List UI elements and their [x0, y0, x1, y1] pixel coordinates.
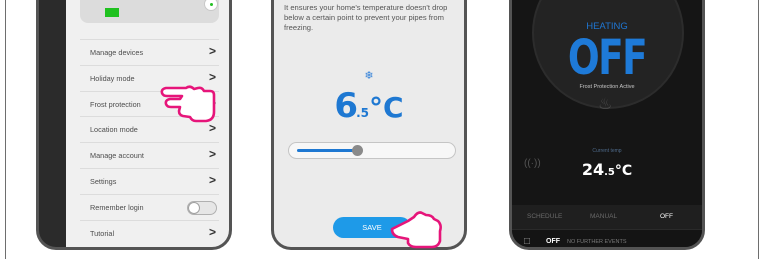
frost-description: It ensures your home's temperature doesn…: [284, 3, 448, 32]
menu-item-label: Frost protection: [90, 99, 141, 109]
chevron-right-icon: >: [208, 44, 216, 58]
current-temp-label: Current temp: [592, 148, 622, 154]
menu-item[interactable]: Remember login: [80, 193, 219, 220]
current-temp-unit: °C: [614, 163, 633, 179]
flame-icon: ♨: [598, 96, 613, 113]
tab-schedule[interactable]: SCHEDULE: [527, 213, 562, 220]
remember-login-toggle[interactable]: [187, 200, 217, 215]
menu-item[interactable]: Tutorial >: [80, 219, 219, 246]
settings-menu-list: Manage devices > Holiday mode > Frost protec…: [80, 39, 219, 245]
slider-fill: [297, 149, 357, 152]
bottom-state: OFF: [546, 238, 560, 245]
menu-item-label: Manage account: [90, 151, 144, 161]
device-card[interactable]: [80, 0, 219, 23]
bottom-status-bar: □ OFF NO FURTHER EVENTS: [512, 229, 702, 247]
tab-off[interactable]: OFF: [660, 213, 673, 220]
frame-left-border: [5, 0, 6, 259]
menu-item-label: Manage devices: [90, 48, 144, 57]
frost-protection-status: Frost Protection Active: [579, 84, 635, 90]
menu-item-label: Holiday mode: [90, 73, 135, 83]
thermostat-state: OFF: [567, 30, 648, 86]
current-temp-decimal: .5: [604, 167, 615, 178]
menu-item-label: Settings: [90, 176, 117, 186]
menu-item-label: Location mode: [90, 125, 138, 135]
slider-thumb[interactable]: [352, 145, 363, 156]
green-status-indicator-icon: [105, 8, 119, 17]
temperature-slider[interactable]: [288, 142, 456, 159]
mode-tabs: SCHEDULE MANUAL OFF: [512, 205, 702, 229]
current-temperature: 24.5°C: [512, 160, 702, 179]
temperature-unit: °C: [369, 91, 404, 124]
menu-item-label: Tutorial: [90, 228, 115, 238]
current-temp-whole: 24: [581, 160, 605, 179]
pointing-hand-icon: [160, 85, 216, 123]
chevron-right-icon: >: [208, 147, 216, 162]
temperature-whole: 6: [334, 86, 358, 126]
menu-item[interactable]: Manage devices >: [80, 39, 219, 65]
events-text: NO FURTHER EVENTS: [567, 239, 627, 245]
tab-manual[interactable]: MANUAL: [590, 213, 617, 220]
frame-right-border: [758, 0, 759, 259]
menu-item-label: Remember login: [90, 202, 144, 212]
chevron-right-icon: >: [208, 172, 216, 187]
snowflake-icon: ❄: [364, 70, 374, 82]
pointing-hand-icon: [390, 211, 442, 249]
temperature-decimal: .5: [356, 106, 370, 120]
frost-temperature: 6.5°C: [274, 86, 464, 126]
chevron-right-icon: >: [208, 224, 216, 239]
menu-item[interactable]: Settings >: [80, 167, 219, 194]
calendar-icon: □: [524, 236, 531, 247]
device-knob-icon[interactable]: [204, 0, 218, 11]
menu-item[interactable]: Manage account >: [80, 142, 219, 168]
phone-thermostat: HEATING OFF Frost Protection Active ♨ ((…: [509, 0, 705, 250]
